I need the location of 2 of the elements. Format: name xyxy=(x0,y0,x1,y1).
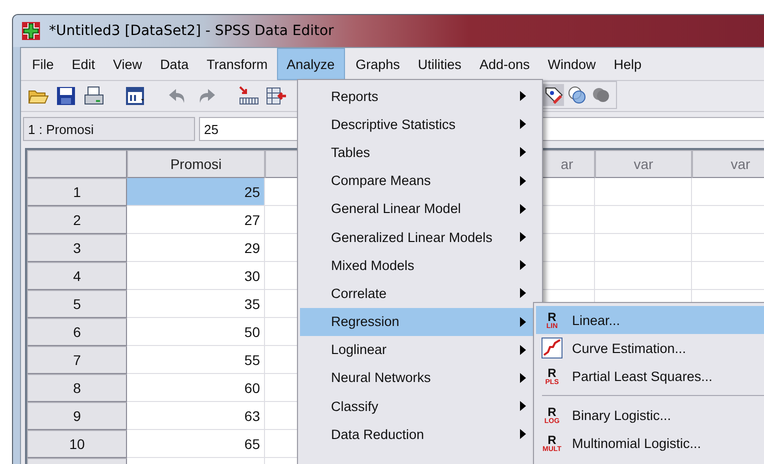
cell-name-field: 1 : Promosi xyxy=(23,117,195,141)
window-title: *Untitled3 [DataSet2] - SPSS Data Editor xyxy=(49,23,334,39)
